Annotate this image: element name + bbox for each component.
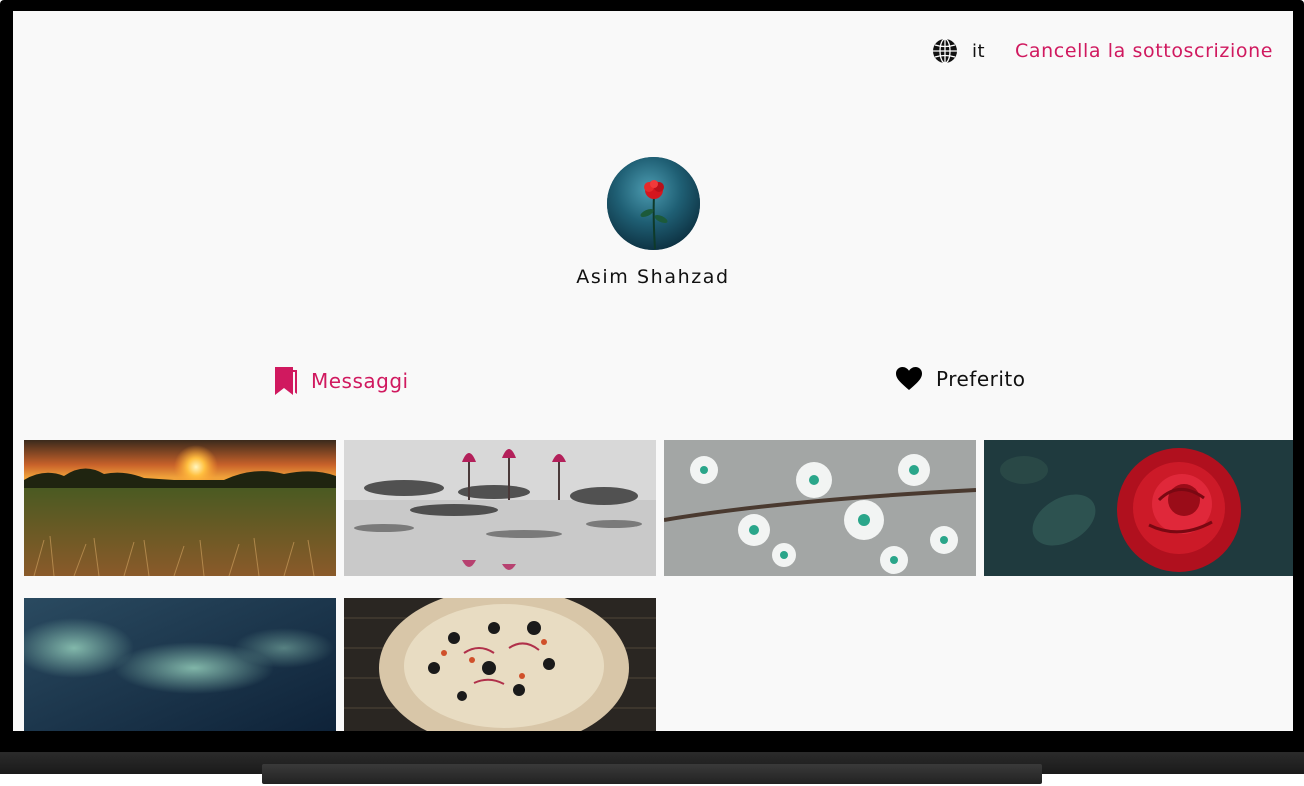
profile-tabs: Messaggi Preferito — [13, 367, 1293, 399]
post-thumbnail-lotus[interactable] — [344, 440, 656, 576]
tv-frame: it Cancella la sottoscrizione Asim Shahz… — [0, 0, 1304, 752]
profile-section: Asim Shahzad — [13, 157, 1293, 288]
tv-stand — [262, 764, 1042, 784]
tab-posts-label: Messaggi — [311, 369, 409, 393]
tab-posts[interactable]: Messaggi — [275, 367, 409, 395]
tv-screen: it Cancella la sottoscrizione Asim Shahz… — [13, 11, 1293, 731]
post-thumbnail-pizza[interactable] — [344, 598, 656, 731]
language-code: it — [971, 40, 986, 62]
heart-icon — [896, 367, 922, 391]
post-thumbnail-rose[interactable] — [984, 440, 1293, 576]
top-bar: it Cancella la sottoscrizione — [932, 35, 1273, 67]
avatar — [606, 157, 700, 250]
profile-name: Asim Shahzad — [576, 266, 730, 288]
post-thumbnail-aurora[interactable] — [24, 598, 336, 731]
unsubscribe-link[interactable]: Cancella la sottoscrizione — [1015, 40, 1273, 62]
tab-favorites[interactable]: Preferito — [896, 367, 1026, 391]
post-thumbnail-sunset[interactable] — [24, 440, 336, 576]
post-thumbnail-blossoms[interactable] — [664, 440, 976, 576]
bookmark-icon — [275, 367, 297, 395]
tab-favorites-label: Preferito — [936, 367, 1026, 391]
language-selector[interactable]: it — [932, 38, 985, 64]
globe-icon — [932, 38, 958, 64]
